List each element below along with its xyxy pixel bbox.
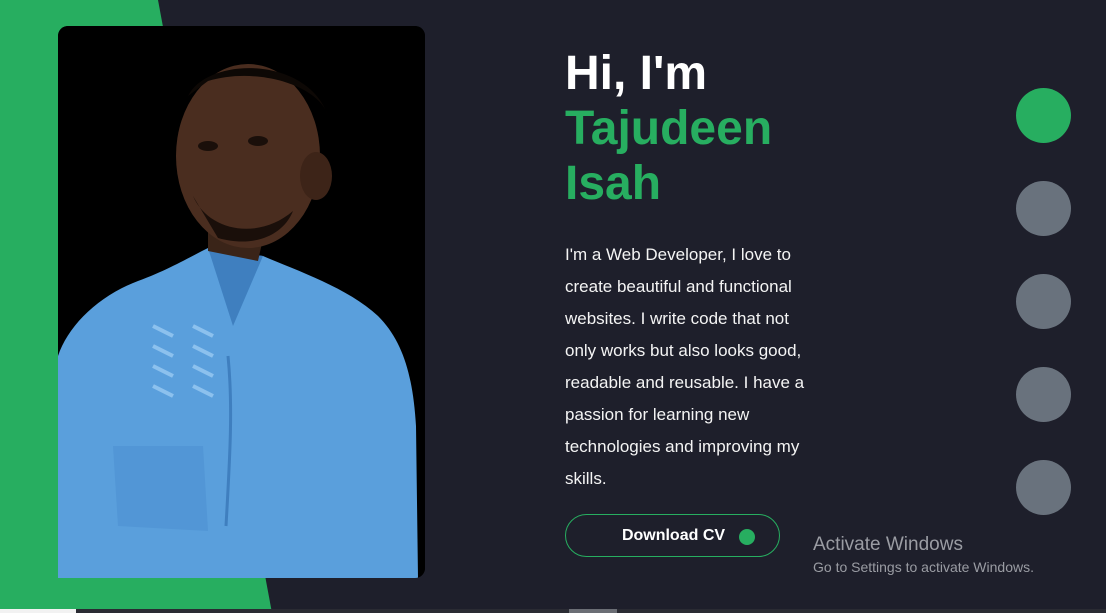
profile-photo: [58, 26, 425, 578]
greeting-heading: Hi, I'm: [565, 47, 708, 100]
download-cv-button[interactable]: Download CV: [565, 514, 780, 557]
watermark-subtitle: Go to Settings to activate Windows.: [813, 559, 1034, 575]
slide-dot-5[interactable]: [1016, 460, 1071, 515]
taskbar-segment: [569, 609, 617, 613]
portrait-illustration: [58, 26, 425, 578]
slide-dot-1[interactable]: [1016, 88, 1071, 143]
slide-dot-2[interactable]: [1016, 181, 1071, 236]
slide-dot-4[interactable]: [1016, 367, 1071, 422]
download-cv-label: Download CV: [621, 526, 726, 544]
hero-section: Hi, I'm Tajudeen Isah I'm a Web Develope…: [565, 46, 865, 495]
slide-navigation: [1016, 88, 1071, 553]
watermark-title: Activate Windows: [813, 534, 963, 555]
bio-paragraph: I'm a Web Developer, I love to create be…: [565, 245, 805, 488]
slide-dot-3[interactable]: [1016, 274, 1071, 329]
name-heading: Tajudeen Isah: [565, 102, 773, 210]
activation-watermark: Activate Windows Go to Settings to activ…: [813, 534, 1034, 577]
taskbar-edge: [0, 609, 1106, 613]
taskbar-segment: [0, 609, 76, 613]
portfolio-page: Hi, I'm Tajudeen Isah I'm a Web Develope…: [0, 0, 1106, 613]
download-dot-icon: [739, 529, 755, 545]
